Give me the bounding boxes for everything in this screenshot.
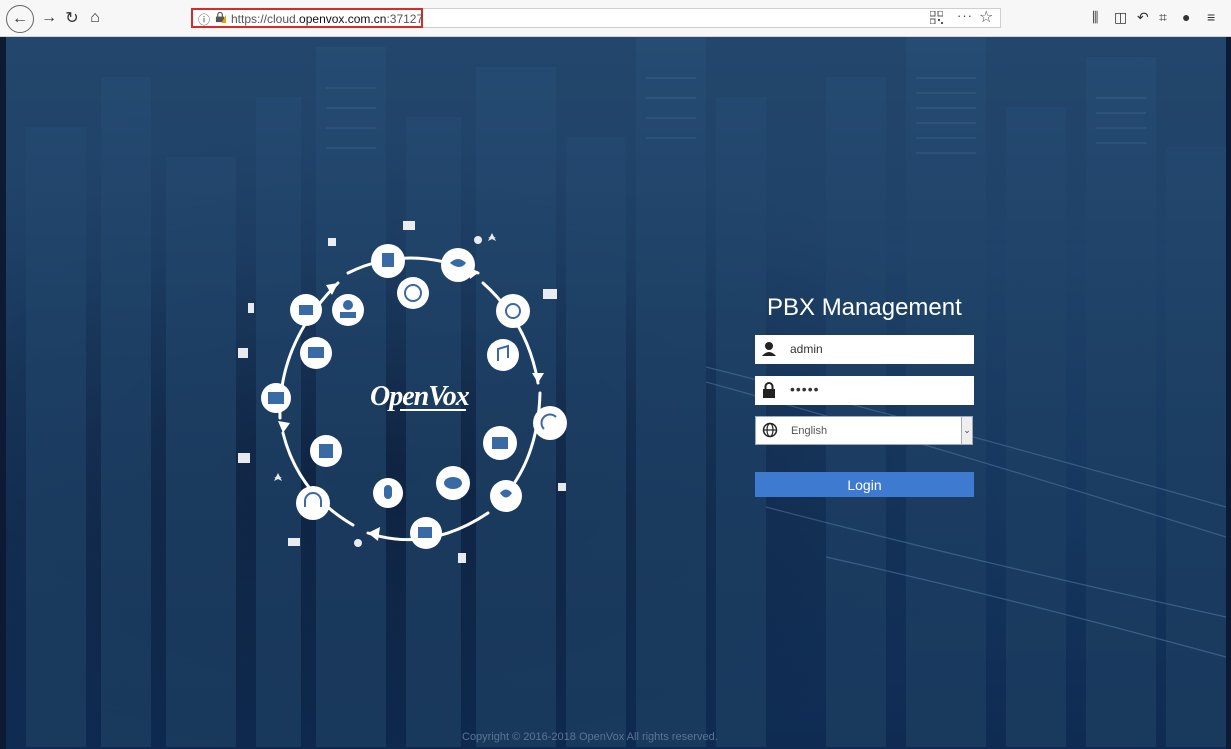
- chat-icon[interactable]: ●: [1182, 9, 1190, 25]
- copyright-text: Copyright © 2016-2018 OpenVox All rights…: [462, 731, 718, 743]
- lock-icon: [763, 382, 775, 398]
- user-icon: [762, 342, 776, 356]
- hamburger-menu-icon[interactable]: ≡: [1207, 9, 1215, 25]
- username-field[interactable]: admin: [755, 335, 974, 364]
- password-value[interactable]: •••••: [790, 381, 820, 397]
- info-icon[interactable]: ⓘ: [198, 11, 210, 28]
- globe-icon: [762, 422, 778, 438]
- chevron-down-icon[interactable]: ⌄: [961, 417, 972, 444]
- reload-icon[interactable]: ↻: [60, 6, 84, 30]
- language-value: English: [791, 425, 828, 437]
- back-arrow-icon[interactable]: ←: [6, 5, 34, 33]
- browser-toolbar: ← → ↻ ⌂ ⓘ https://cloud.openvox.com.cn:3…: [0, 0, 1231, 37]
- insecure-lock-icon: [215, 12, 226, 23]
- url-bar[interactable]: ⓘ https://cloud.openvox.com.cn:37127: [191, 8, 423, 28]
- sidebar-icon[interactable]: ◫: [1114, 9, 1127, 26]
- login-button[interactable]: Login: [755, 472, 974, 497]
- undo-icon[interactable]: ↶: [1137, 9, 1149, 26]
- forward-arrow-icon[interactable]: →: [37, 6, 61, 30]
- qr-code-icon[interactable]: [930, 11, 943, 24]
- city-background: [6, 37, 1226, 749]
- url-text: https://cloud.openvox.com.cn:37127: [231, 12, 424, 26]
- home-icon[interactable]: ⌂: [83, 6, 107, 30]
- screenshot-icon[interactable]: ⌗: [1159, 9, 1167, 26]
- logo-underline: [400, 409, 466, 411]
- page-title: PBX Management: [767, 294, 962, 321]
- username-value[interactable]: admin: [790, 342, 823, 356]
- password-field[interactable]: •••••: [755, 376, 974, 405]
- bookmark-star-icon[interactable]: ☆: [979, 7, 993, 27]
- library-icon[interactable]: ⫼: [1092, 9, 1098, 26]
- city-skyline-image: [6, 37, 1226, 749]
- url-bar-rest[interactable]: [423, 8, 1001, 28]
- language-select[interactable]: English ⌄: [755, 416, 973, 445]
- more-actions-icon[interactable]: ···: [957, 8, 973, 23]
